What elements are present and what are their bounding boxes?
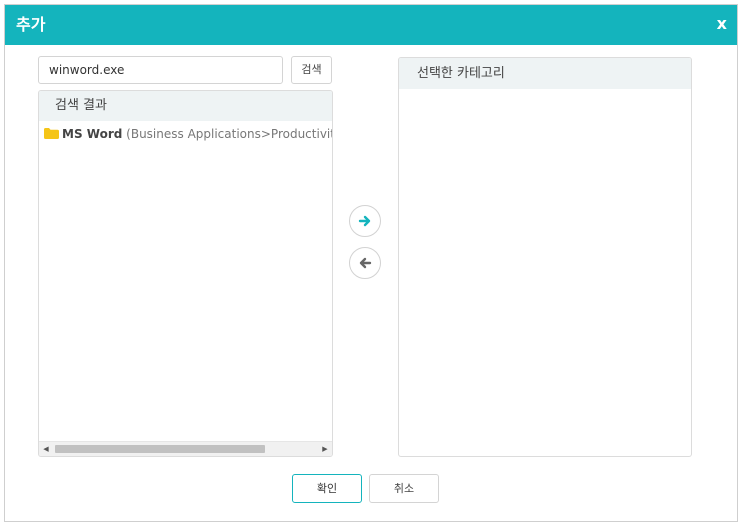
selected-categories-header: 선택한 카테고리: [399, 58, 691, 89]
move-right-button[interactable]: [349, 205, 381, 237]
cancel-button[interactable]: 취소: [369, 474, 439, 503]
scrollbar-thumb[interactable]: [55, 445, 265, 453]
horizontal-scrollbar[interactable]: ◀ ▶: [39, 441, 332, 456]
close-button[interactable]: x: [717, 14, 727, 34]
search-input[interactable]: [38, 56, 283, 84]
dialog-titlebar: 추가 x: [5, 5, 737, 45]
folder-icon: [44, 128, 59, 139]
dialog-title: 추가: [16, 15, 46, 34]
arrow-right-icon: [358, 215, 371, 227]
scroll-left-icon[interactable]: ◀: [39, 442, 53, 456]
ok-button[interactable]: 확인: [292, 474, 362, 503]
scroll-right-icon[interactable]: ▶: [318, 442, 332, 456]
selected-categories-panel: 선택한 카테고리: [398, 57, 692, 457]
move-left-button[interactable]: [349, 247, 381, 279]
result-item-path: (Business Applications>Productivity>Wor: [126, 127, 332, 141]
search-button[interactable]: 검색: [291, 56, 332, 84]
search-results-header: 검색 결과: [39, 91, 332, 121]
search-results-panel: 검색 결과 MS Word (Business Applications>Pro…: [38, 90, 333, 457]
arrow-left-icon: [359, 257, 372, 269]
result-item-name: MS Word: [62, 127, 123, 141]
result-item[interactable]: MS Word (Business Applications>Productiv…: [44, 127, 332, 141]
